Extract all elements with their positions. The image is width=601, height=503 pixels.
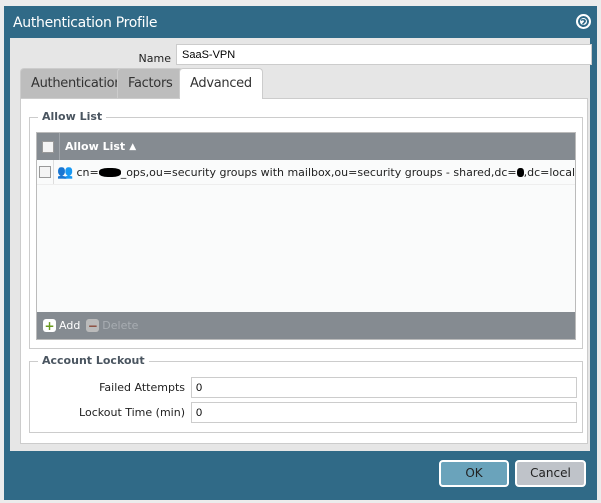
authentication-profile-dialog: Authentication Profile ? Name Authentica… <box>4 6 597 500</box>
dialog-title: Authentication Profile <box>13 15 158 31</box>
redaction-mark <box>516 168 524 177</box>
allow-list-fieldset: Allow List Allow List ▲ 👥 cn= _ops,ou=sec… <box>29 110 583 349</box>
failed-attempts-input[interactable] <box>191 377 577 398</box>
allow-list-entry: cn= _ops,ou=security groups with mailbox,… <box>76 165 575 179</box>
lockout-time-input[interactable] <box>191 402 577 423</box>
tab-factors[interactable]: Factors <box>117 68 184 98</box>
help-icon[interactable]: ? <box>576 14 591 30</box>
grid-footer: + Add − Delete <box>37 312 575 339</box>
tab-advanced[interactable]: Advanced <box>179 68 263 99</box>
account-lockout-legend: Account Lockout <box>38 354 149 367</box>
cancel-button[interactable]: Cancel <box>515 460 586 487</box>
sort-ascending-icon: ▲ <box>129 141 137 152</box>
ok-button[interactable]: OK <box>439 460 509 487</box>
lockout-time-label: Lockout Time (min) <box>79 406 185 419</box>
minus-icon: − <box>86 318 100 333</box>
grid-header: Allow List ▲ <box>37 133 575 160</box>
dialog-body: Name Authentication Factors Advanced All… <box>10 38 592 451</box>
advanced-panel: Allow List Allow List ▲ 👥 cn= _ops,ou=sec… <box>20 98 588 444</box>
delete-button[interactable]: − Delete <box>86 319 138 332</box>
name-label: Name <box>138 52 171 65</box>
redaction-mark <box>98 168 121 177</box>
plus-icon: + <box>43 318 56 333</box>
column-header-allow-list[interactable]: Allow List <box>60 140 125 153</box>
failed-attempts-label: Failed Attempts <box>99 381 185 394</box>
select-all-checkbox[interactable] <box>42 140 54 153</box>
group-icon: 👥 <box>57 164 74 180</box>
name-input[interactable] <box>176 44 592 65</box>
account-lockout-fieldset: Account Lockout Failed Attempts Lockout … <box>29 354 583 433</box>
row-checkbox[interactable] <box>39 166 52 178</box>
allow-list-legend: Allow List <box>38 110 107 123</box>
allow-list-grid: Allow List ▲ 👥 cn= _ops,ou=security group… <box>36 132 576 340</box>
add-button[interactable]: + Add <box>43 319 80 332</box>
table-row[interactable]: 👥 cn= _ops,ou=security groups with mailbo… <box>37 160 575 185</box>
